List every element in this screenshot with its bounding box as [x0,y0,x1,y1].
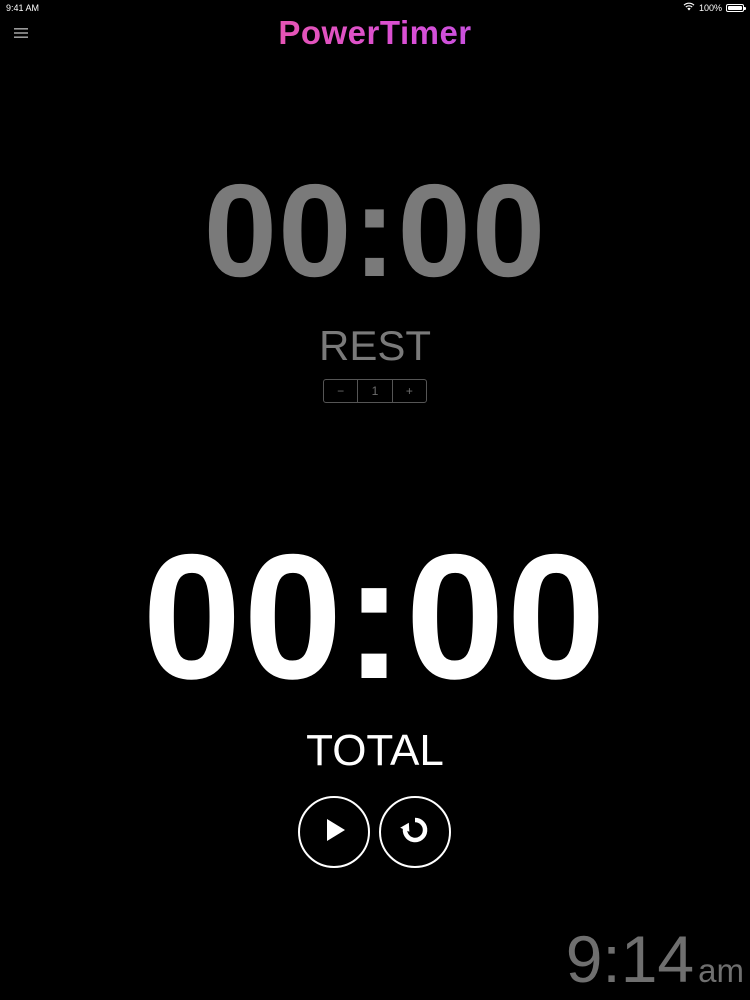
app-title: PowerTimer [0,14,750,52]
battery-percent: 100% [698,2,722,13]
reset-button[interactable] [379,796,451,868]
rest-stepper: − 1 + [323,379,427,403]
clock-time: 9:14 [565,922,695,996]
minus-icon: − [337,384,345,398]
rest-timer-display: 00:00 [203,157,547,304]
wifi-icon [683,2,695,13]
play-button[interactable] [298,796,370,868]
battery-icon [726,3,746,12]
plus-icon: + [405,384,413,398]
total-timer-display: 00:00 [142,517,608,716]
rest-label: REST [318,322,431,369]
status-time: 9:41 AM [6,3,40,13]
current-time-clock: 9:14 am [566,926,744,992]
play-icon [319,815,349,850]
stepper-value: 1 [357,380,393,402]
clock-ampm: am [698,952,744,989]
reset-icon [398,813,432,852]
total-label: TOTAL [306,726,444,775]
stepper-increment-button[interactable]: + [393,380,426,402]
status-indicators: 100% [683,2,746,13]
battery-fill [728,5,742,10]
stepper-decrement-button[interactable]: − [324,380,357,402]
